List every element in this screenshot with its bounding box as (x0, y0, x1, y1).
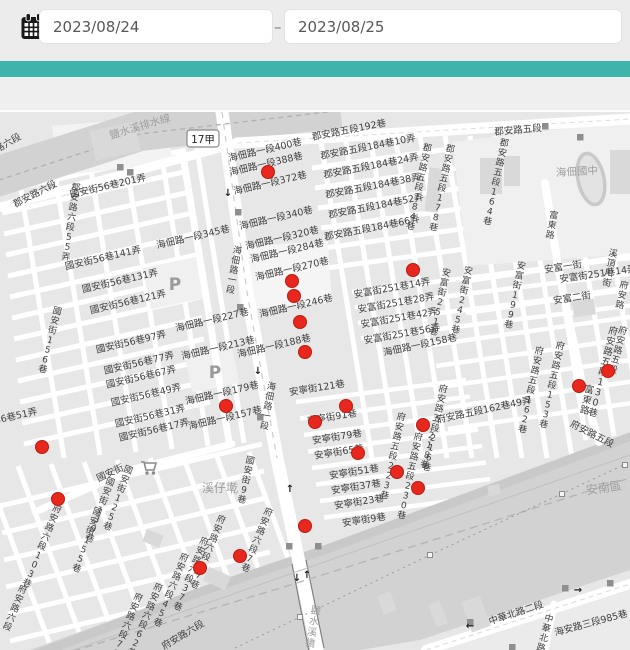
one-way-arrow: ↓ (254, 366, 262, 377)
map-marker[interactable] (299, 346, 312, 359)
map-marker[interactable] (220, 400, 233, 413)
map-marker[interactable] (417, 419, 430, 432)
map-marker[interactable] (602, 365, 615, 378)
date-range-separator: – (274, 18, 282, 36)
parking-icon: P (169, 275, 181, 295)
map-marker[interactable] (309, 416, 322, 429)
street-label: 溪仔墘 (202, 481, 238, 495)
map-marker[interactable] (294, 316, 307, 329)
route-shield: 17甲 (187, 130, 219, 147)
map-marker[interactable] (412, 482, 425, 495)
map-marker[interactable] (299, 520, 312, 533)
map-marker[interactable] (391, 466, 404, 479)
svg-text:17甲: 17甲 (191, 134, 215, 146)
map-marker[interactable] (573, 380, 586, 393)
map-marker[interactable] (352, 447, 365, 460)
map-marker[interactable] (234, 550, 247, 563)
date-to-input[interactable] (284, 9, 622, 44)
date-from-input[interactable] (39, 9, 273, 44)
one-way-arrow: ↓ (224, 188, 232, 199)
date-range-header: – (0, 0, 630, 61)
map-marker[interactable] (288, 290, 301, 303)
one-way-arrow: ↓ (293, 573, 301, 584)
accent-bar (0, 61, 630, 77)
map-marker[interactable] (36, 441, 49, 454)
one-way-arrow: ↑ (286, 484, 294, 495)
parking-icon: P (209, 363, 221, 383)
map-canvas[interactable]: PP17甲↓↓↑↓↑←→鹽水溪排水線溪仔墘安南區鹽水溪橋海佃國中國安街56巷20… (0, 112, 630, 650)
map-marker[interactable] (340, 400, 353, 413)
toolbar-strip (0, 77, 630, 112)
one-way-arrow: ← (466, 621, 474, 632)
map-marker[interactable] (194, 562, 207, 575)
street-label: 海佃國中 (556, 164, 599, 179)
one-way-arrow: → (574, 585, 582, 596)
map-marker[interactable] (52, 493, 65, 506)
map-marker[interactable] (407, 264, 420, 277)
map-marker[interactable] (262, 166, 275, 179)
one-way-arrow: ↑ (303, 570, 311, 581)
map-marker[interactable] (286, 275, 299, 288)
